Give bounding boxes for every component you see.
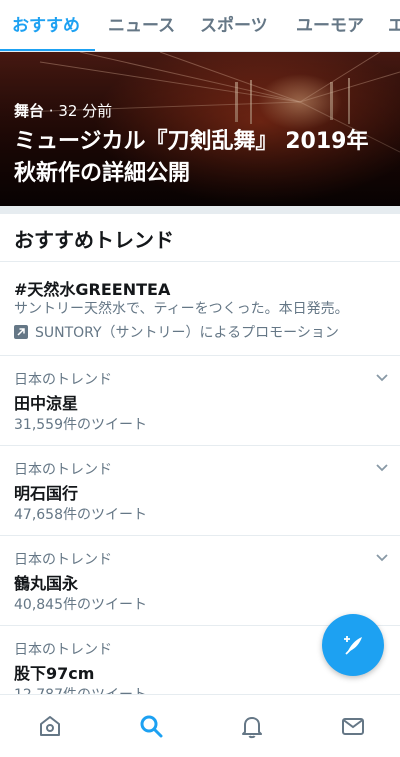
tab-sports[interactable]: スポーツ <box>200 0 268 51</box>
hero-category: 舞台 <box>14 102 45 120</box>
trend-tweet-count: 40,845件のツイート <box>14 597 147 613</box>
trend-item[interactable]: 日本のトレンド 鶴丸国永 40,845件のツイート <box>0 536 400 625</box>
chevron-down-icon[interactable] <box>374 460 390 476</box>
chevron-down-icon[interactable] <box>374 550 390 566</box>
tab-news[interactable]: ニュース <box>108 0 175 51</box>
compose-tweet-button[interactable] <box>322 614 384 676</box>
hero-title: ミュージカル『刀剣乱舞』 2019年秋新作の詳細公開 <box>14 129 369 186</box>
trend-item[interactable]: 日本のトレンド 明石国行 47,658件のツイート <box>0 446 400 535</box>
trend-name: 股下97cm <box>14 664 95 683</box>
notifications-bell-icon[interactable] <box>239 713 265 739</box>
bottom-navigation <box>0 694 400 757</box>
trend-name: 田中涼星 <box>14 394 79 413</box>
trend-context: 日本のトレンド <box>14 642 112 658</box>
promoted-arrow-icon <box>14 325 28 339</box>
promoted-by-line: SUNTORY（サントリー）によるプロモーション <box>14 322 339 342</box>
top-tabs: おすすめ ニュース スポーツ ユーモア エ <box>0 0 400 52</box>
section-gap <box>0 206 400 214</box>
search-icon[interactable] <box>138 713 164 739</box>
promoted-hashtag: #天然水GREENTEA <box>14 280 171 299</box>
tab-entertainment[interactable]: エ <box>388 0 400 51</box>
home-icon[interactable] <box>37 713 63 739</box>
trend-item[interactable]: 日本のトレンド 田中涼星 31,559件のツイート <box>0 356 400 445</box>
trend-name: 明石国行 <box>14 484 79 503</box>
tab-recommended[interactable]: おすすめ <box>12 0 80 51</box>
hero-time: 32 分前 <box>58 102 113 120</box>
trend-context: 日本のトレンド <box>14 372 112 388</box>
trend-name: 鶴丸国永 <box>14 574 79 593</box>
divider <box>0 261 400 262</box>
promoted-by-text: SUNTORY（サントリー）によるプロモーション <box>35 325 339 341</box>
section-title: おすすめトレンド <box>14 228 174 252</box>
hero-meta: 舞台 · 32 分前 <box>14 100 112 121</box>
trend-context: 日本のトレンド <box>14 462 112 478</box>
trend-tweet-count: 31,559件のツイート <box>14 417 147 433</box>
compose-tweet-icon <box>344 636 362 655</box>
trend-tweet-count: 47,658件のツイート <box>14 507 147 523</box>
hero-separator: · <box>44 102 59 120</box>
promoted-description: サントリー天然水で、ティーをつくった。本日発売。 <box>14 301 349 317</box>
chevron-down-icon[interactable] <box>374 370 390 386</box>
hero-news-card[interactable]: 舞台 · 32 分前 ミュージカル『刀剣乱舞』 2019年秋新作の詳細公開 <box>0 52 400 206</box>
tab-humor[interactable]: ユーモア <box>296 0 364 51</box>
trend-context: 日本のトレンド <box>14 552 112 568</box>
messages-mail-icon[interactable] <box>340 713 366 739</box>
